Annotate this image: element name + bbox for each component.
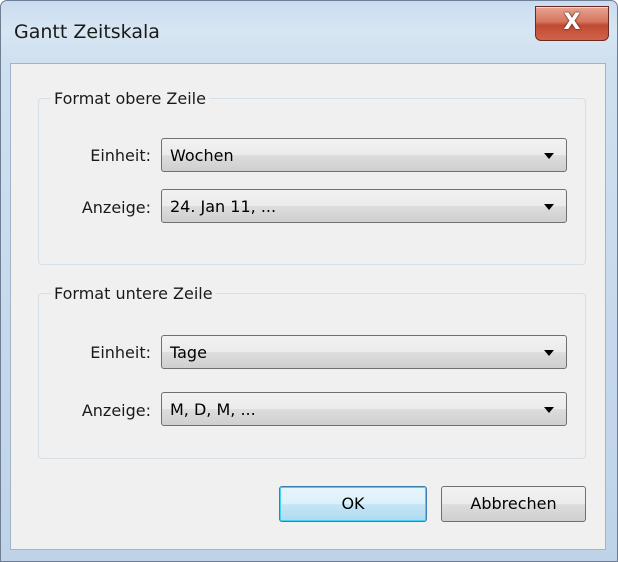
close-button[interactable]: X [535, 6, 609, 41]
lower-unit-value: Tage [170, 343, 207, 362]
chevron-down-icon [544, 204, 554, 210]
lower-row-format-legend: Format untere Zeile [54, 284, 213, 303]
dialog-window: Gantt Zeitskala X Format obere Zeile Ein… [0, 0, 618, 562]
upper-unit-value: Wochen [170, 146, 234, 165]
upper-display-label: Anzeige: [81, 198, 151, 217]
window-title: Gantt Zeitskala [14, 21, 160, 43]
lower-display-select[interactable]: M, D, M, ... [161, 392, 567, 426]
upper-display-value: 24. Jan 11, ... [170, 197, 277, 216]
lower-unit-select[interactable]: Tage [161, 335, 567, 369]
title-bar[interactable]: Gantt Zeitskala X [1, 1, 617, 63]
upper-display-select[interactable]: 24. Jan 11, ... [161, 189, 567, 223]
chevron-down-icon [544, 407, 554, 413]
chevron-down-icon [544, 350, 554, 356]
lower-display-label: Anzeige: [81, 401, 151, 420]
upper-row-format-group: Format obere Zeile [38, 89, 586, 265]
chevron-down-icon [544, 153, 554, 159]
upper-row-format-legend: Format obere Zeile [54, 89, 206, 108]
lower-row-format-group: Format untere Zeile [38, 284, 586, 459]
lower-display-value: M, D, M, ... [170, 400, 256, 419]
ok-button[interactable]: OK [279, 486, 427, 522]
upper-unit-select[interactable]: Wochen [161, 138, 567, 172]
close-icon: X [563, 10, 581, 35]
upper-unit-label: Einheit: [90, 146, 151, 165]
cancel-button[interactable]: Abbrechen [441, 486, 586, 522]
lower-unit-label: Einheit: [90, 343, 151, 362]
